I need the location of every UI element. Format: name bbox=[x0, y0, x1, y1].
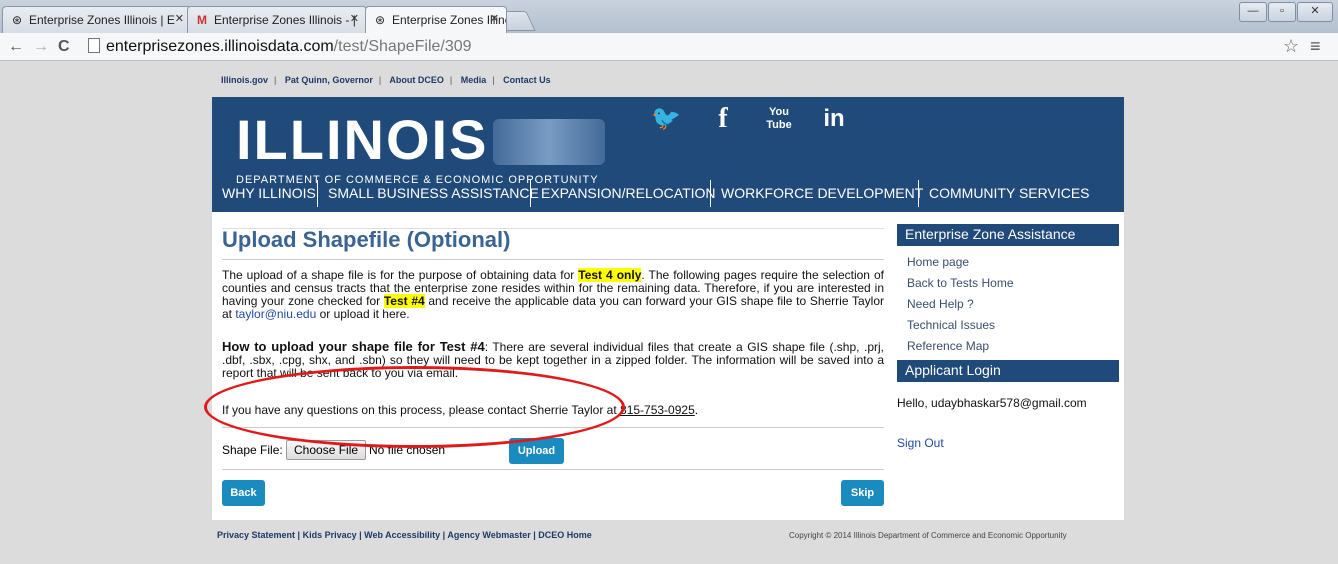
sidebar: Enterprise Zone Assistance Home page Bac… bbox=[897, 224, 1119, 450]
email-link[interactable]: taylor@niu.edu bbox=[235, 307, 316, 321]
browser-tab-bar: ⊛ Enterprise Zones Illinois | E ✕ M Ente… bbox=[0, 0, 1338, 33]
nav-community[interactable]: COMMUNITY SERVICES bbox=[929, 181, 1090, 206]
top-links: Illinois.gov | Pat Quinn, Governor | About… bbox=[221, 75, 551, 85]
footer-link[interactable]: DCEO Home bbox=[538, 530, 592, 540]
copyright: Copyright © 2014 Illinois Department of … bbox=[789, 531, 1067, 540]
url-host: enterprisezones.illinoisdata.com bbox=[106, 38, 334, 55]
top-link[interactable]: Pat Quinn, Governor bbox=[285, 75, 373, 85]
close-icon[interactable]: ✕ bbox=[175, 12, 184, 25]
login-header: Applicant Login bbox=[897, 360, 1119, 382]
top-link[interactable]: About DCEO bbox=[389, 75, 444, 85]
top-link[interactable]: Contact Us bbox=[503, 75, 551, 85]
browser-tab-2[interactable]: M Enterprise Zones Illinois - | ✕ bbox=[187, 6, 367, 33]
main-nav: WHY ILLINOIS SMALL BUSINESS ASSISTANCE E… bbox=[212, 172, 1124, 212]
highlight-test4: Test 4 only bbox=[578, 268, 642, 282]
sidebar-item-technical[interactable]: Technical Issues bbox=[897, 315, 1119, 336]
web-page: Illinois.gov | Pat Quinn, Governor | About… bbox=[0, 62, 1338, 564]
browser-tab-1[interactable]: ⊛ Enterprise Zones Illinois | E ✕ bbox=[2, 6, 192, 33]
page-icon bbox=[88, 38, 100, 53]
footer-link[interactable]: Kids Privacy bbox=[303, 530, 357, 540]
page-title: Upload Shapefile (Optional) bbox=[222, 227, 511, 252]
state-seal-image bbox=[493, 119, 605, 165]
close-window-button[interactable]: ✕ bbox=[1297, 2, 1333, 22]
twitter-icon[interactable]: 🐦 bbox=[647, 100, 685, 138]
back-button[interactable]: Back bbox=[222, 480, 265, 506]
top-link[interactable]: Illinois.gov bbox=[221, 75, 268, 85]
nav-small-business[interactable]: SMALL BUSINESS ASSISTANCE bbox=[328, 181, 539, 206]
bookmark-star-icon[interactable]: ☆ bbox=[1283, 36, 1299, 57]
maximize-button[interactable]: ▫ bbox=[1268, 2, 1296, 22]
intro-paragraph: The upload of a shape file is for the pu… bbox=[222, 268, 884, 321]
skip-button[interactable]: Skip bbox=[841, 480, 884, 506]
assistance-header: Enterprise Zone Assistance bbox=[897, 224, 1119, 246]
close-icon[interactable]: ✕ bbox=[350, 12, 359, 25]
sidebar-item-map[interactable]: Reference Map bbox=[897, 336, 1119, 357]
close-icon[interactable]: ✕ bbox=[490, 12, 499, 25]
nav-why-illinois[interactable]: WHY ILLINOIS bbox=[222, 181, 316, 206]
nav-expansion[interactable]: EXPANSION/RELOCATION bbox=[541, 181, 716, 206]
highlight-test4-2: Test #4 bbox=[383, 294, 425, 308]
seal-icon: ⊛ bbox=[374, 13, 386, 27]
sidebar-item-home[interactable]: Home page bbox=[897, 252, 1119, 273]
site-logo[interactable]: ILLINOIS bbox=[236, 112, 488, 168]
sign-out-link[interactable]: Sign Out bbox=[897, 436, 1119, 450]
browser-tab-3[interactable]: ⊛ Enterprise Zones Illinois | S ✕ bbox=[365, 6, 507, 33]
phone-link[interactable]: 815-753-0925 bbox=[620, 403, 695, 417]
shape-file-label: Shape File: bbox=[222, 443, 283, 457]
youtube-icon[interactable]: You Tube bbox=[760, 100, 798, 138]
menu-icon[interactable]: ≡ bbox=[1310, 36, 1321, 57]
browser-toolbar: ← → C enterprisezones.illinoisdata.com/t… bbox=[0, 33, 1338, 61]
user-greeting: Hello, udaybhaskar578@gmail.com bbox=[897, 396, 1087, 410]
footer-link[interactable]: Web Accessibility bbox=[364, 530, 440, 540]
tab-title: Enterprise Zones Illinois | E bbox=[29, 13, 175, 27]
address-bar[interactable]: enterprisezones.illinoisdata.com/test/Sh… bbox=[106, 36, 1296, 58]
sidebar-item-tests-home[interactable]: Back to Tests Home bbox=[897, 273, 1119, 294]
reload-icon[interactable]: C bbox=[58, 37, 70, 57]
minimize-button[interactable]: — bbox=[1239, 2, 1267, 22]
tab-title: Enterprise Zones Illinois - | bbox=[214, 13, 356, 27]
sidebar-item-help[interactable]: Need Help ? bbox=[897, 294, 1119, 315]
footer-link[interactable]: Agency Webmaster bbox=[447, 530, 530, 540]
red-annotation-oval bbox=[204, 366, 625, 448]
url-path: /test/ShapeFile/309 bbox=[333, 38, 472, 55]
forward-arrow-icon[interactable]: → bbox=[33, 37, 49, 57]
gmail-icon: M bbox=[197, 13, 207, 27]
footer-link[interactable]: Privacy Statement bbox=[217, 530, 295, 540]
facebook-icon[interactable]: f bbox=[704, 100, 742, 138]
linkedin-icon[interactable]: in bbox=[815, 100, 853, 138]
footer-links: Privacy Statement | Kids Privacy | Web A… bbox=[217, 530, 592, 540]
back-arrow-icon[interactable]: ← bbox=[8, 37, 24, 57]
seal-icon: ⊛ bbox=[11, 13, 23, 27]
top-link[interactable]: Media bbox=[461, 75, 487, 85]
nav-workforce[interactable]: WORKFORCE DEVELOPMENT bbox=[721, 181, 923, 206]
